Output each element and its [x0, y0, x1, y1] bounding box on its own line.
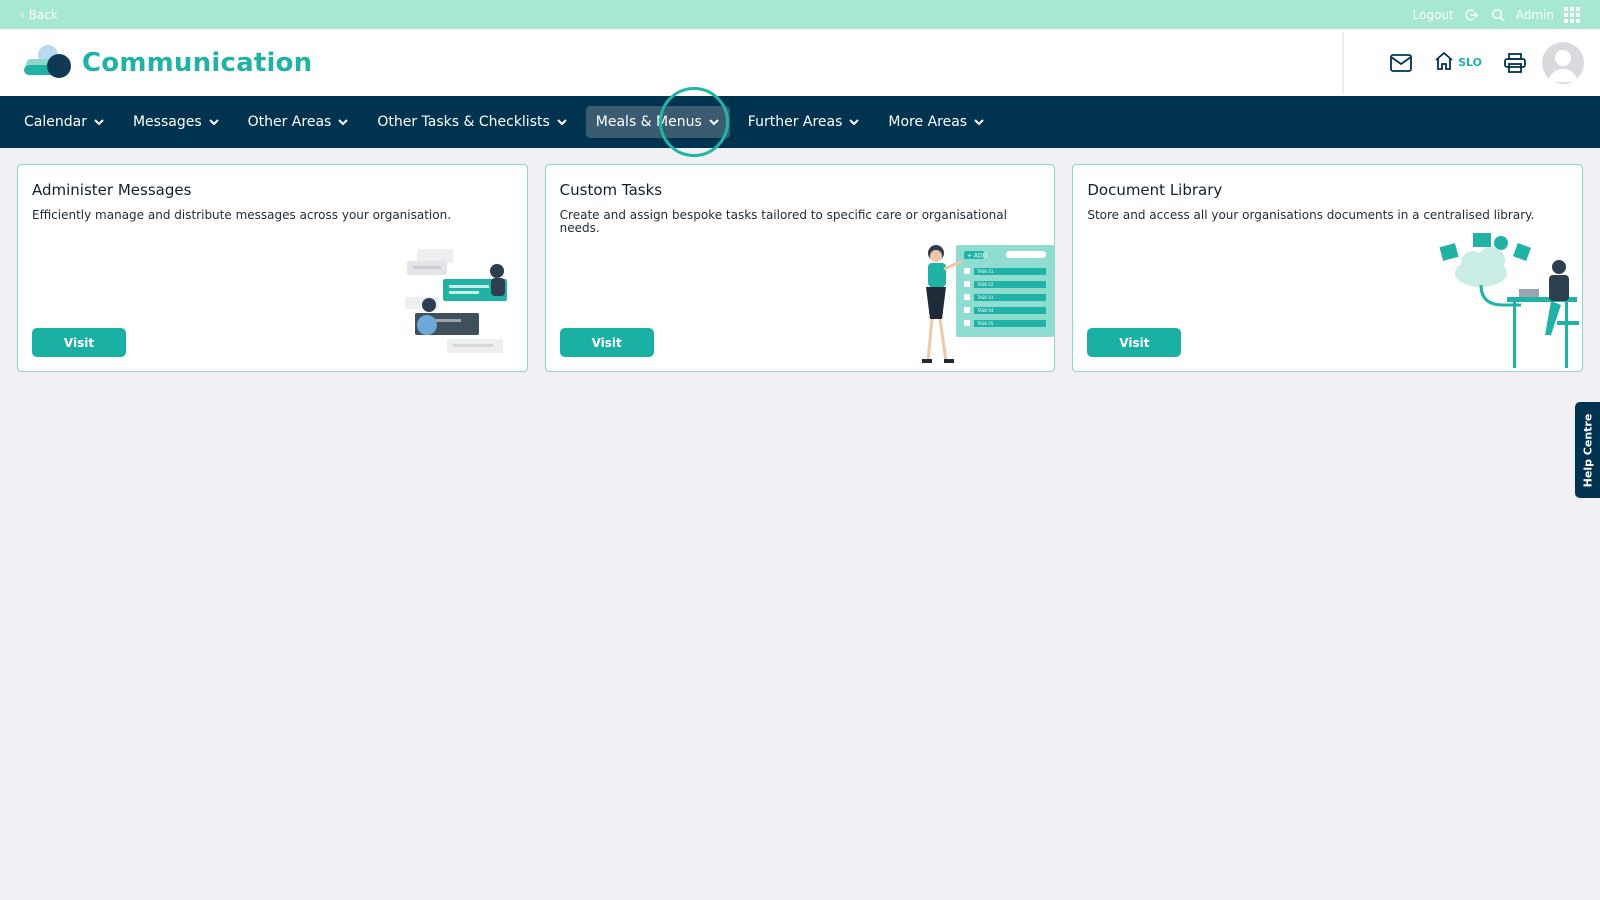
chevron-down-icon [848, 116, 860, 128]
card-title: Document Library [1087, 181, 1223, 199]
card-description: Store and access all your organisations … [1087, 208, 1535, 222]
task-illustration-text: + ADD [967, 253, 988, 260]
app-header: Communication SLO [0, 29, 1600, 96]
help-centre-label: Help Centre [1581, 413, 1594, 487]
cloud-logo-icon [24, 43, 72, 83]
nav-item-further-areas[interactable]: Further Areas [738, 106, 871, 138]
chevron-down-icon [208, 116, 220, 128]
visit-button[interactable]: Visit [32, 328, 126, 357]
task-list-illustration: + ADD TASK 01 TASK 02 TASK 03 TASK 04 TA… [922, 245, 1055, 363]
top-utility-bar: ‹ Back Logout Admin [0, 0, 1600, 29]
logout-link[interactable]: Logout [1413, 8, 1454, 22]
nav-item-other-tasks-checklists[interactable]: Other Tasks & Checklists [367, 106, 577, 138]
task-illustration-text: TASK 05 [976, 321, 994, 326]
admin-link[interactable]: Admin [1516, 8, 1554, 22]
chevron-down-icon [973, 116, 985, 128]
search-icon[interactable] [1490, 7, 1506, 23]
card-description: Efficiently manage and distribute messag… [32, 208, 452, 222]
nav-item-meals-menus[interactable]: Meals & Menus [585, 106, 730, 138]
card-document-library: Document Library Store and access all yo… [1072, 164, 1584, 372]
card-grid: Administer Messages Efficiently manage a… [0, 148, 1600, 372]
page-title: Communication [82, 47, 313, 78]
nav-item-label: Messages [132, 114, 202, 130]
visit-button[interactable]: Visit [559, 328, 654, 357]
visit-button[interactable]: Visit [1087, 328, 1182, 357]
nav-item-calendar[interactable]: Calendar [14, 106, 115, 138]
mail-icon[interactable] [1390, 53, 1413, 72]
printer-icon[interactable] [1504, 52, 1526, 73]
nav-item-label: More Areas [888, 114, 968, 130]
nav-item-label: Calendar [24, 114, 87, 130]
task-illustration-text: TASK 02 [976, 282, 994, 287]
card-title: Administer Messages [32, 181, 192, 199]
top-utility-actions: Logout Admin [1413, 6, 1580, 23]
main-nav: Calendar Messages Other Areas Other Task… [0, 96, 1600, 148]
card-title: Custom Tasks [559, 181, 663, 199]
home-label: SLO [1458, 56, 1482, 69]
chevron-down-icon [93, 116, 105, 128]
chevron-down-icon [337, 116, 349, 128]
messaging-illustration [404, 249, 507, 353]
nav-item-label: Meals & Menus [595, 114, 702, 130]
nav-item-label: Further Areas [747, 114, 843, 130]
task-illustration-text: TASK 03 [976, 295, 994, 300]
user-avatar-icon[interactable] [1542, 41, 1584, 84]
chevron-down-icon [708, 116, 720, 128]
back-link-label: ‹ Back [20, 7, 58, 22]
help-centre-tab[interactable]: Help Centre [1575, 402, 1600, 498]
back-link[interactable]: ‹ Back [20, 8, 58, 22]
card-custom-tasks: Custom Tasks Create and assign bespoke t… [544, 164, 1056, 372]
nav-item-more-areas[interactable]: More Areas [878, 106, 995, 138]
home-icon [1434, 51, 1454, 74]
cloud-library-illustration [1439, 233, 1580, 368]
brand[interactable]: Communication [24, 43, 312, 83]
chevron-down-icon [556, 116, 568, 128]
header-divider [1342, 31, 1345, 94]
card-description: Create and assign bespoke tasks tailored… [559, 208, 1007, 235]
grid-icon[interactable] [1564, 6, 1580, 23]
logout-icon[interactable] [1464, 7, 1480, 23]
home-button[interactable]: SLO [1434, 51, 1482, 74]
task-illustration-text: TASK 01 [976, 269, 994, 274]
nav-item-label: Other Areas [247, 114, 332, 130]
card-administer-messages: Administer Messages Efficiently manage a… [17, 164, 528, 372]
nav-item-messages[interactable]: Messages [123, 106, 230, 138]
task-illustration-text: TASK 04 [976, 308, 994, 313]
nav-item-label: Other Tasks & Checklists [377, 114, 550, 130]
header-tools: SLO [1342, 29, 1584, 96]
nav-item-other-areas[interactable]: Other Areas [238, 106, 360, 138]
